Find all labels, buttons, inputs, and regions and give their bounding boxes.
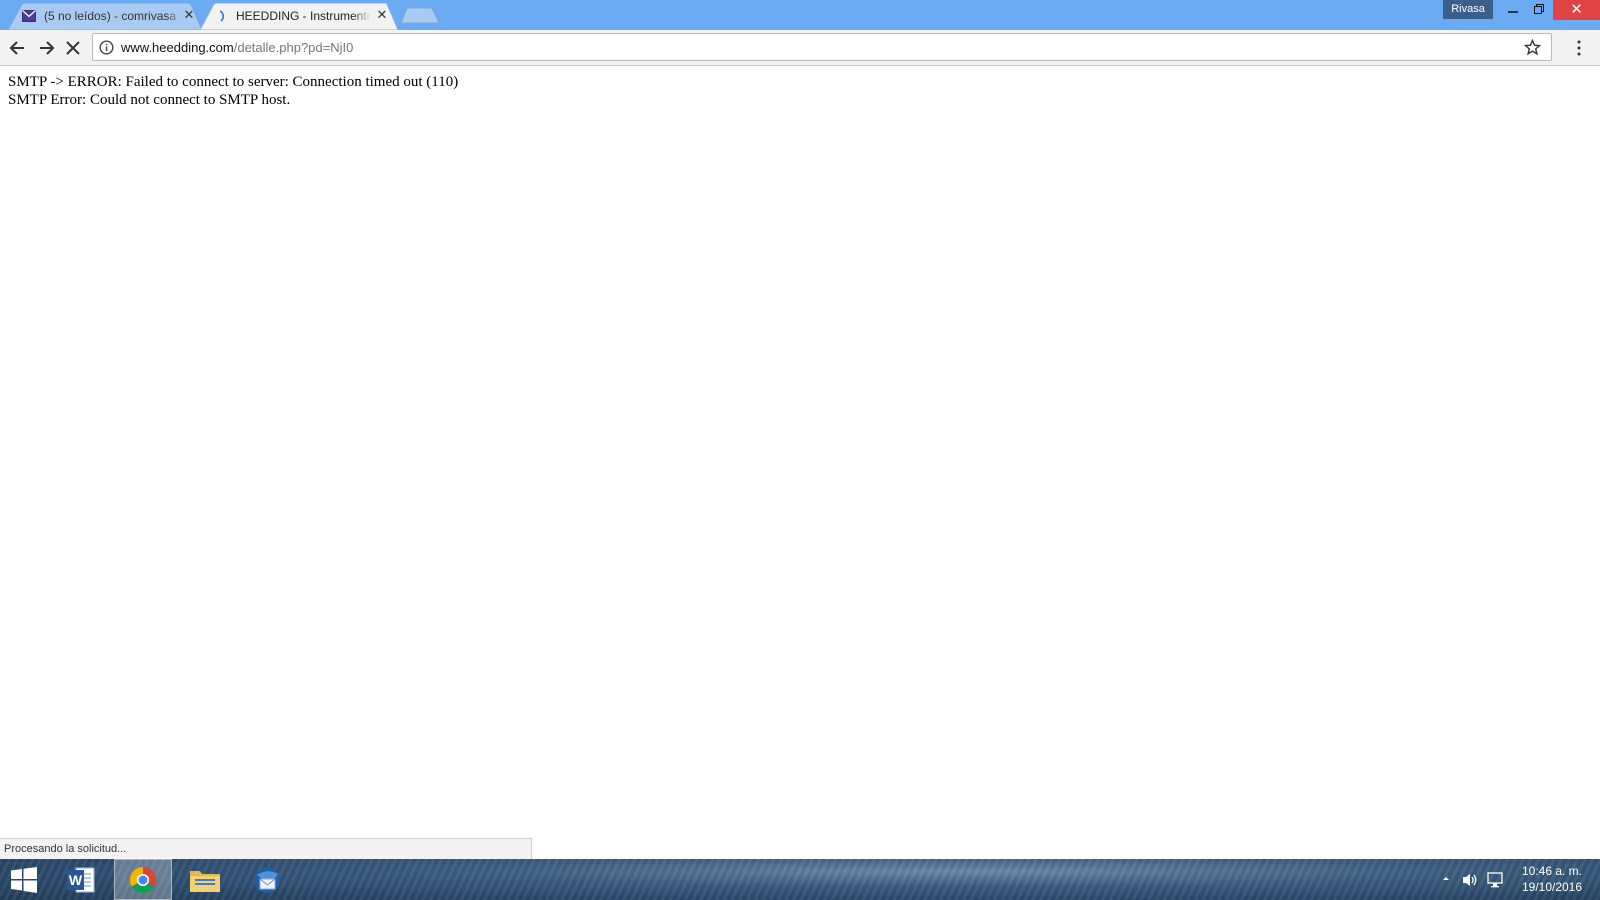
minimize-icon: [1508, 11, 1518, 13]
profile-button[interactable]: Rivasa: [1443, 0, 1493, 19]
volume-icon[interactable]: [1461, 872, 1479, 888]
svg-text:W: W: [69, 872, 83, 888]
taskbar-file-explorer[interactable]: [176, 859, 234, 900]
tab-heedding[interactable]: HEEDDING - Instrumentos ✕: [200, 3, 398, 30]
tab-inbox-title: (5 no leídos) - comrivasa: [44, 9, 184, 23]
address-url[interactable]: www.heedding.com/detalle.php?pd=NjI0: [121, 40, 353, 55]
status-bar: Procesando la solicitud...: [0, 838, 532, 859]
smtp-host-error-line: SMTP Error: Could not connect to SMTP ho…: [8, 92, 291, 108]
loading-spinner-icon: [219, 10, 225, 22]
taskbar-thunderbird[interactable]: [238, 859, 296, 900]
browser-toolbar: www.heedding.com/detalle.php?pd=NjI0: [0, 30, 1600, 66]
taskbar-chrome[interactable]: [114, 859, 172, 900]
windows-taskbar: W 10:46 a. m. 19/10/2016: [0, 859, 1600, 900]
menu-icon[interactable]: [1576, 40, 1582, 56]
start-icon: [11, 866, 37, 893]
new-tab-button[interactable]: [400, 7, 440, 24]
info-icon[interactable]: [99, 40, 114, 55]
forward-button[interactable]: [36, 38, 56, 58]
bookmark-star-icon[interactable]: [1524, 39, 1541, 56]
stop-loading-button[interactable]: [63, 38, 83, 58]
taskbar-clock[interactable]: 10:46 a. m. 19/10/2016: [1508, 863, 1596, 895]
restore-button[interactable]: [1526, 0, 1552, 20]
close-icon: ✕: [1570, 1, 1583, 18]
file-explorer-icon: [190, 870, 220, 892]
clock-time: 10:46 a. m.: [1521, 864, 1583, 878]
show-hidden-icons-icon[interactable]: [1440, 872, 1452, 886]
network-icon[interactable]: [1487, 871, 1505, 889]
smtp-error-line: SMTP -> ERROR: Failed to connect to serv…: [8, 74, 459, 90]
window-close-button[interactable]: ✕: [1553, 0, 1600, 20]
taskbar-word[interactable]: W: [52, 859, 110, 900]
address-bar[interactable]: www.heedding.com/detalle.php?pd=NjI0: [92, 33, 1552, 61]
minimize-button[interactable]: [1500, 0, 1526, 20]
start-button[interactable]: [0, 859, 48, 900]
restore-icon: [1534, 4, 1544, 14]
url-path: /detalle.php?pd=NjI0: [233, 40, 354, 55]
word-icon: W: [67, 867, 95, 892]
page-content: SMTP -> ERROR: Failed to connect to serv…: [0, 67, 1600, 858]
close-icon[interactable]: ✕: [182, 8, 196, 22]
clock-date: 19/10/2016: [1521, 880, 1583, 894]
mail-icon: [22, 10, 36, 22]
back-button[interactable]: [8, 38, 28, 58]
url-host: www.heedding.com: [121, 40, 234, 55]
thunderbird-icon: [254, 866, 280, 893]
chrome-icon: [129, 866, 156, 893]
tab-inbox[interactable]: (5 no leídos) - comrivasa ✕: [8, 3, 202, 30]
close-icon[interactable]: ✕: [375, 8, 389, 22]
browser-titlebar: (5 no leídos) - comrivasa ✕ HEEDDING - I…: [0, 0, 1600, 30]
tab-heedding-title: HEEDDING - Instrumentos: [236, 9, 371, 23]
